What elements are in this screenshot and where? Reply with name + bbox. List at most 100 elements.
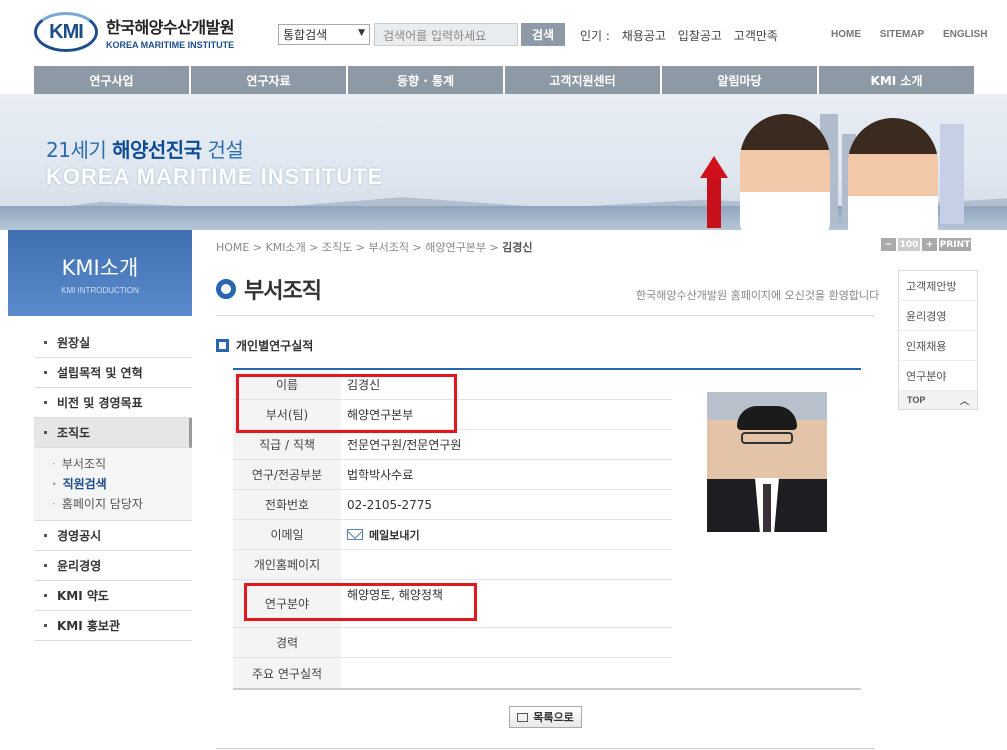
row-label: 연구/전공부분 <box>233 460 341 489</box>
bullet-icon <box>44 431 47 434</box>
breadcrumb: HOME > KMI소개 > 조직도 > 부서조직 > 해양연구본부 > 김경신 <box>216 239 533 255</box>
table-row: 연구/전공부분 법학박사수료 <box>233 460 672 490</box>
staff-photo <box>707 392 827 532</box>
slogan-prefix: 21세기 <box>46 138 107 162</box>
side-nav-label: 설립목적 및 연혁 <box>57 366 143 380</box>
banner-english-title: KOREA MARITIME INSTITUTE <box>46 164 384 189</box>
quick-item-ethics[interactable]: 윤리경영 <box>899 301 977 331</box>
main-nav: 연구사업 연구자료 동향 · 통계 고객지원센터 알림마당 KMI 소개 <box>34 66 976 94</box>
popular-links: 인기 : 채용공고 입찰공고 고객만족 <box>580 27 786 44</box>
welcome-message: 한국해양수산개발원 홈페이지에 오신것을 환영합니다 <box>636 289 880 302</box>
nav-research-materials[interactable]: 연구자료 <box>191 66 346 94</box>
bullet-icon <box>44 624 47 627</box>
row-label: 주요 연구실적 <box>233 658 341 688</box>
row-label: 직급 / 직책 <box>233 430 341 459</box>
side-nav-label: 경영공시 <box>57 529 102 543</box>
content-bottom-divider <box>216 748 874 749</box>
row-label: 개인홈페이지 <box>233 550 341 579</box>
nav-customer-center[interactable]: 고객지원센터 <box>505 66 660 94</box>
row-value-major: 법학박사수료 <box>347 468 414 482</box>
nav-about-kmi[interactable]: KMI 소개 <box>819 66 974 94</box>
side-nav-item-ethics[interactable]: 윤리경영 <box>34 551 192 581</box>
title-circle-icon <box>216 279 236 299</box>
zoom-level: 100 <box>898 238 920 251</box>
chevron-down-icon: ▼ <box>358 28 365 38</box>
photo-tie <box>763 484 771 532</box>
site-logo[interactable]: KMI 한국해양수산개발원 KOREA MARITIME INSTITUTE <box>34 12 234 52</box>
side-nav-title: KMI소개 <box>61 256 139 280</box>
back-to-list-button[interactable]: 목록으로 <box>509 706 582 728</box>
util-home-link[interactable]: HOME <box>831 29 861 40</box>
page-title: 부서조직 <box>216 273 322 305</box>
breadcrumb-path[interactable]: HOME > KMI소개 > 조직도 > 부서조직 > 해양연구본부 > <box>216 241 499 254</box>
banner-child-boy <box>848 118 938 230</box>
scroll-top-button[interactable]: TOP ︿ <box>899 391 977 409</box>
photo-hair <box>737 406 797 430</box>
bullet-icon <box>44 564 47 567</box>
side-nav-label: 조직도 <box>57 426 91 440</box>
page-title-text: 부서조직 <box>244 279 322 304</box>
side-nav-label: KMI 약도 <box>57 589 109 603</box>
side-nav-label: 윤리경영 <box>57 559 102 573</box>
side-nav-submenu: 부서조직 직원검색 홈페이지 담당자 <box>34 448 192 521</box>
nav-notice[interactable]: 알림마당 <box>662 66 817 94</box>
scroll-top-label: TOP <box>907 395 926 405</box>
send-mail-link[interactable]: 메일보내기 <box>341 527 420 543</box>
side-nav-item-vision[interactable]: 비전 및 경영목표 <box>34 388 192 418</box>
row-label: 경력 <box>233 628 341 657</box>
zoom-out-button[interactable]: − <box>881 238 896 251</box>
popular-link-bids[interactable]: 입찰공고 <box>678 29 722 43</box>
zoom-in-button[interactable]: + <box>922 238 937 251</box>
table-row: 이메일 메일보내기 <box>233 520 672 550</box>
table-row: 주요 연구실적 <box>233 658 672 688</box>
side-nav-item-org-chart[interactable]: 조직도 <box>34 418 192 448</box>
bullet-icon <box>44 401 47 404</box>
popular-label: 인기 : <box>580 29 610 43</box>
util-english-link[interactable]: ENGLISH <box>943 29 987 40</box>
back-to-list-label: 목록으로 <box>533 711 574 724</box>
photo-glasses <box>741 432 793 444</box>
slogan-emphasis: 해양선진국 <box>112 138 202 162</box>
util-sitemap-link[interactable]: SITEMAP <box>880 29 924 40</box>
table-row: 경력 <box>233 628 672 658</box>
side-nav-item-history[interactable]: 설립목적 및 연혁 <box>34 358 192 388</box>
side-nav-label: 원장실 <box>57 336 91 350</box>
quick-menu: 고객제안방 윤리경영 인재채용 연구분야 TOP ︿ <box>898 270 978 410</box>
side-nav-item-president[interactable]: 원장실 <box>34 328 192 358</box>
side-nav-item-pr[interactable]: KMI 홍보관 <box>34 611 192 641</box>
nav-trends-stats[interactable]: 동향 · 통계 <box>348 66 503 94</box>
bullet-icon <box>44 594 47 597</box>
table-row: 전화번호 02-2105-2775 <box>233 490 672 520</box>
search-button[interactable]: 검색 <box>521 23 565 46</box>
page-tools: − 100 + PRINT <box>881 238 973 251</box>
quick-item-research-field[interactable]: 연구분야 <box>899 361 977 391</box>
side-nav-label: KMI 홍보관 <box>57 619 121 633</box>
print-button[interactable]: PRINT <box>939 238 971 251</box>
side-nav-sub-departments[interactable]: 부서조직 <box>52 454 192 474</box>
breadcrumb-current: 김경신 <box>502 241 533 254</box>
nav-research-projects[interactable]: 연구사업 <box>34 66 189 94</box>
banner-child-girl <box>740 114 830 230</box>
quick-item-suggestion[interactable]: 고객제안방 <box>899 271 977 301</box>
row-label: 전화번호 <box>233 490 341 519</box>
popular-link-satisfaction[interactable]: 고객만족 <box>734 29 778 43</box>
highlight-box-name-dept <box>236 374 457 433</box>
utility-links: HOME SITEMAP ENGLISH <box>831 29 1003 40</box>
side-nav-item-map[interactable]: KMI 약도 <box>34 581 192 611</box>
popular-link-jobs[interactable]: 채용공고 <box>622 29 666 43</box>
side-nav-item-disclosure[interactable]: 경영공시 <box>34 521 192 551</box>
bullet-icon <box>44 341 47 344</box>
search-scope-select[interactable]: 통합검색 ▼ <box>278 24 370 45</box>
side-nav-sub-staff-search[interactable]: 직원검색 <box>52 474 192 494</box>
banner-slogan: 21세기 해양선진국 건설 <box>46 134 244 163</box>
send-mail-label: 메일보내기 <box>369 528 420 542</box>
logo-english-name: KOREA MARITIME INSTITUTE <box>106 40 235 50</box>
section-title: 개인별연구실적 <box>216 337 313 354</box>
search-input[interactable]: 검색어를 입력하세요 <box>374 23 518 46</box>
table-row: 개인홈페이지 <box>233 550 672 580</box>
side-nav-sub-web-manager[interactable]: 홈페이지 담당자 <box>52 494 192 514</box>
side-nav-subtitle: KMI INTRODUCTION <box>61 286 139 295</box>
quick-item-recruit[interactable]: 인재채용 <box>899 331 977 361</box>
chevron-up-icon: ︿ <box>959 395 969 406</box>
logo-korean-name: 한국해양수산개발원 <box>106 18 234 37</box>
